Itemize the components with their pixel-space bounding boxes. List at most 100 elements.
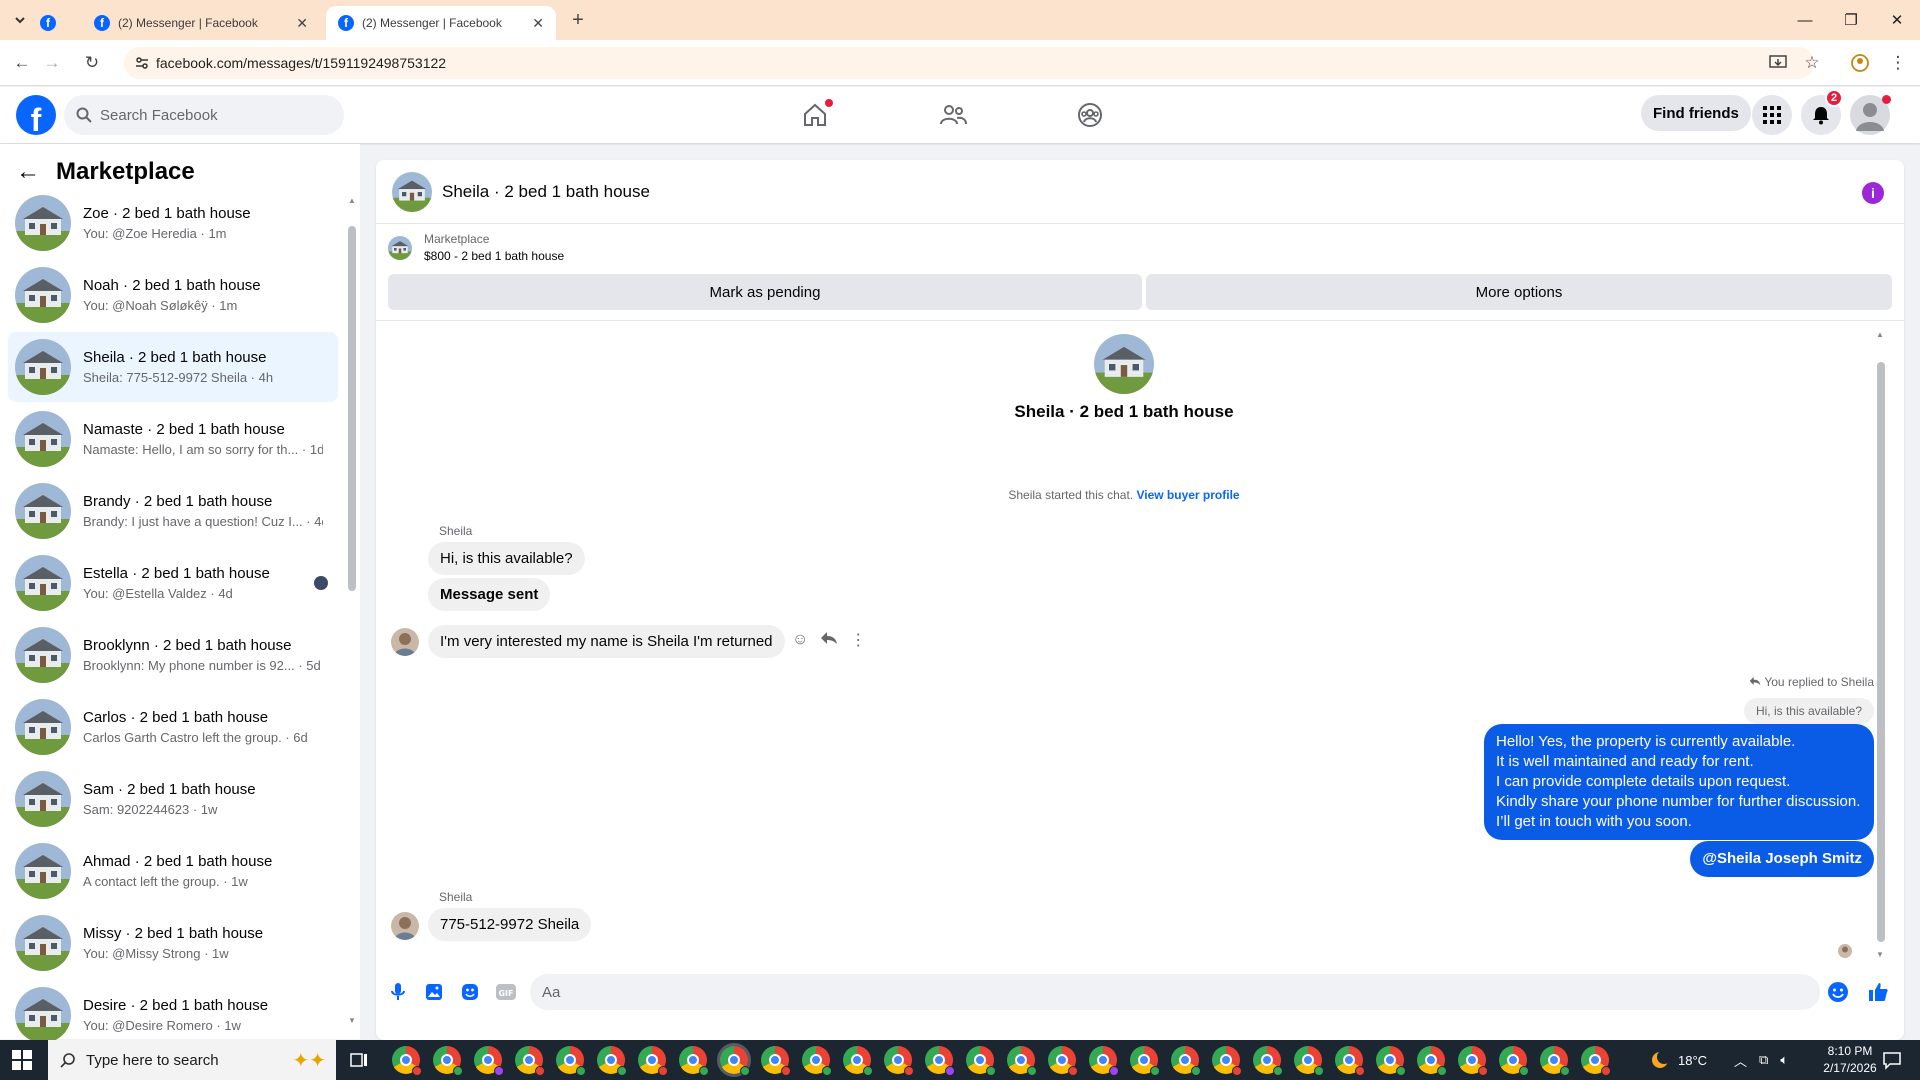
more-actions-icon[interactable]: ⋮ [850,630,866,650]
tab-close-icon[interactable]: ✕ [296,15,308,32]
window-close-icon[interactable]: ✕ [1874,6,1920,34]
chrome-taskbar-icon[interactable] [392,1046,422,1076]
conversation-item[interactable]: Carlos · 2 bed 1 bath house Carlos Garth … [8,692,338,762]
menu-grid-icon[interactable] [1752,95,1792,135]
chrome-taskbar-icon[interactable] [679,1046,709,1076]
listing-summary[interactable]: Marketplace $800 - 2 bed 1 bath house [388,232,564,263]
conversation-item[interactable]: Brooklynn · 2 bed 1 bath house Brooklynn:… [8,620,338,690]
chrome-taskbar-icon[interactable] [474,1046,504,1076]
chrome-taskbar-icon[interactable] [1130,1046,1160,1076]
reply-icon[interactable] [820,631,838,650]
conversation-item[interactable]: Namaste · 2 bed 1 bath house Namaste: Hel… [8,404,338,474]
chrome-taskbar-icon[interactable] [433,1046,463,1076]
chrome-taskbar-icon[interactable] [638,1046,668,1076]
chrome-taskbar-icon[interactable] [1212,1046,1242,1076]
facebook-logo-icon[interactable]: f [16,95,56,135]
scrollbar-thumb[interactable] [1877,362,1885,942]
forward-icon[interactable]: → [40,51,64,75]
quoted-message[interactable]: Hi, is this available? [1743,698,1874,724]
chrome-taskbar-icon[interactable] [556,1046,586,1076]
taskbar-search[interactable]: Type here to search ✦✦ [48,1040,336,1080]
conversation-item[interactable]: Zoe · 2 bed 1 bath house You: @Zoe Heredi… [8,188,338,258]
chrome-taskbar-icon[interactable] [1540,1046,1570,1076]
photo-icon[interactable] [422,980,446,1004]
chrome-taskbar-icon[interactable] [1376,1046,1406,1076]
conversation-item[interactable]: Brandy · 2 bed 1 bath house Brandy: I jus… [8,476,338,546]
chat-scrollbar[interactable]: ▲ ▼ [1876,330,1886,960]
chrome-taskbar-icon[interactable] [1499,1046,1529,1076]
sticker-icon[interactable] [458,980,482,1004]
tab-messenger-1[interactable]: f (2) Messenger | Facebook ✕ [82,6,320,40]
chat-header-avatar[interactable] [392,171,432,212]
view-buyer-profile-link[interactable]: View buyer profile [1136,488,1239,502]
outgoing-mention-message[interactable]: @Sheila Joseph Smitz [1690,841,1874,877]
tab-messenger-2-active[interactable]: f (2) Messenger | Facebook ✕ [326,6,556,40]
incoming-message[interactable]: Hi, is this available? [428,542,585,575]
conversation-scrollbar[interactable]: ▲ ▼ [348,196,356,1026]
sender-avatar[interactable] [391,912,419,940]
conversation-item[interactable]: Sheila · 2 bed 1 bath house Sheila: 775-5… [8,332,338,402]
install-app-icon[interactable] [1766,51,1790,75]
chrome-taskbar-icon[interactable] [515,1046,545,1076]
tray-chevron-icon[interactable]: ︿ [1734,1051,1747,1070]
chrome-taskbar-icon[interactable] [1335,1046,1365,1076]
chrome-taskbar-icon[interactable] [1089,1046,1119,1076]
thumbs-up-icon[interactable] [1866,980,1890,1004]
facebook-search-input[interactable]: Search Facebook [64,95,344,135]
message-input[interactable]: Aa [530,974,1820,1010]
chat-title[interactable]: Sheila · 2 bed 1 bath house [442,182,650,202]
notification-center-icon[interactable] [1882,1050,1902,1070]
reload-icon[interactable]: ↻ [80,51,104,75]
more-options-button[interactable]: More options [1146,274,1892,310]
new-tab-button[interactable]: + [566,8,590,32]
chrome-taskbar-icon[interactable] [802,1046,832,1076]
chrome-taskbar-icon[interactable] [843,1046,873,1076]
react-emoji-icon[interactable]: ☺ [792,631,808,649]
chrome-taskbar-icon[interactable] [717,1043,751,1077]
tab-facebook-pinned[interactable]: f [40,6,60,40]
chrome-taskbar-icon[interactable] [1048,1046,1078,1076]
restore-icon[interactable]: ❐ [1828,6,1874,34]
back-icon[interactable]: ← [10,51,34,75]
volume-icon[interactable]: 🔈︎ [1780,1052,1788,1068]
network-icon[interactable]: ⧉ [1759,1052,1768,1068]
conversation-item[interactable]: Estella · 2 bed 1 bath house You: @Estell… [8,548,338,618]
outgoing-message[interactable]: Hello! Yes, the property is currently av… [1484,724,1874,840]
incoming-message[interactable]: 775-512-9972 Sheila [428,908,592,941]
microphone-icon[interactable] [386,980,410,1004]
tab-search-dropdown-icon[interactable] [8,8,32,32]
info-icon[interactable]: i [1862,182,1884,204]
bookmark-star-icon[interactable]: ☆ [1800,51,1824,75]
task-view-icon[interactable] [349,1050,369,1070]
windows-start-icon[interactable] [12,1050,32,1070]
chrome-taskbar-icon[interactable] [884,1046,914,1076]
sender-avatar[interactable] [391,628,419,656]
emoji-icon[interactable] [1826,980,1850,1004]
profile-icon[interactable] [1848,51,1872,75]
home-icon[interactable] [795,95,835,135]
notifications-bell-icon[interactable]: 2 [1801,89,1843,135]
taskbar-clock[interactable]: 8:10 PM 2/17/2026 [1810,1043,1890,1077]
minimize-icon[interactable]: — [1782,6,1828,34]
chrome-taskbar-icon[interactable] [1253,1046,1283,1076]
groups-icon[interactable] [1070,95,1110,135]
conversation-item[interactable]: Ahmad · 2 bed 1 bath house A contact left… [8,836,338,906]
conversation-item[interactable]: Sam · 2 bed 1 bath house Sam: 9202244623 … [8,764,338,834]
conversation-item[interactable]: Noah · 2 bed 1 bath house You: @Noah Sølø… [8,260,338,330]
friends-icon[interactable] [933,95,973,135]
scrollbar-thumb[interactable] [348,226,356,591]
chrome-taskbar-icon[interactable] [1007,1046,1037,1076]
chrome-taskbar-icon[interactable] [1294,1046,1324,1076]
chrome-taskbar-icon[interactable] [925,1046,955,1076]
chrome-taskbar-icon[interactable] [1458,1046,1488,1076]
back-arrow-icon[interactable]: ← [16,158,40,186]
conversation-item[interactable]: Missy · 2 bed 1 bath house You: @Missy St… [8,908,338,978]
browser-menu-icon[interactable]: ⋮ [1886,51,1910,75]
mark-as-pending-button[interactable]: Mark as pending [388,274,1142,310]
chrome-taskbar-icon[interactable] [1417,1046,1447,1076]
chrome-taskbar-icon[interactable] [597,1046,627,1076]
find-friends-button[interactable]: Find friends [1641,95,1751,131]
site-info-icon[interactable] [134,55,150,71]
tab-close-icon[interactable]: ✕ [532,15,544,32]
chrome-taskbar-icon[interactable] [966,1046,996,1076]
